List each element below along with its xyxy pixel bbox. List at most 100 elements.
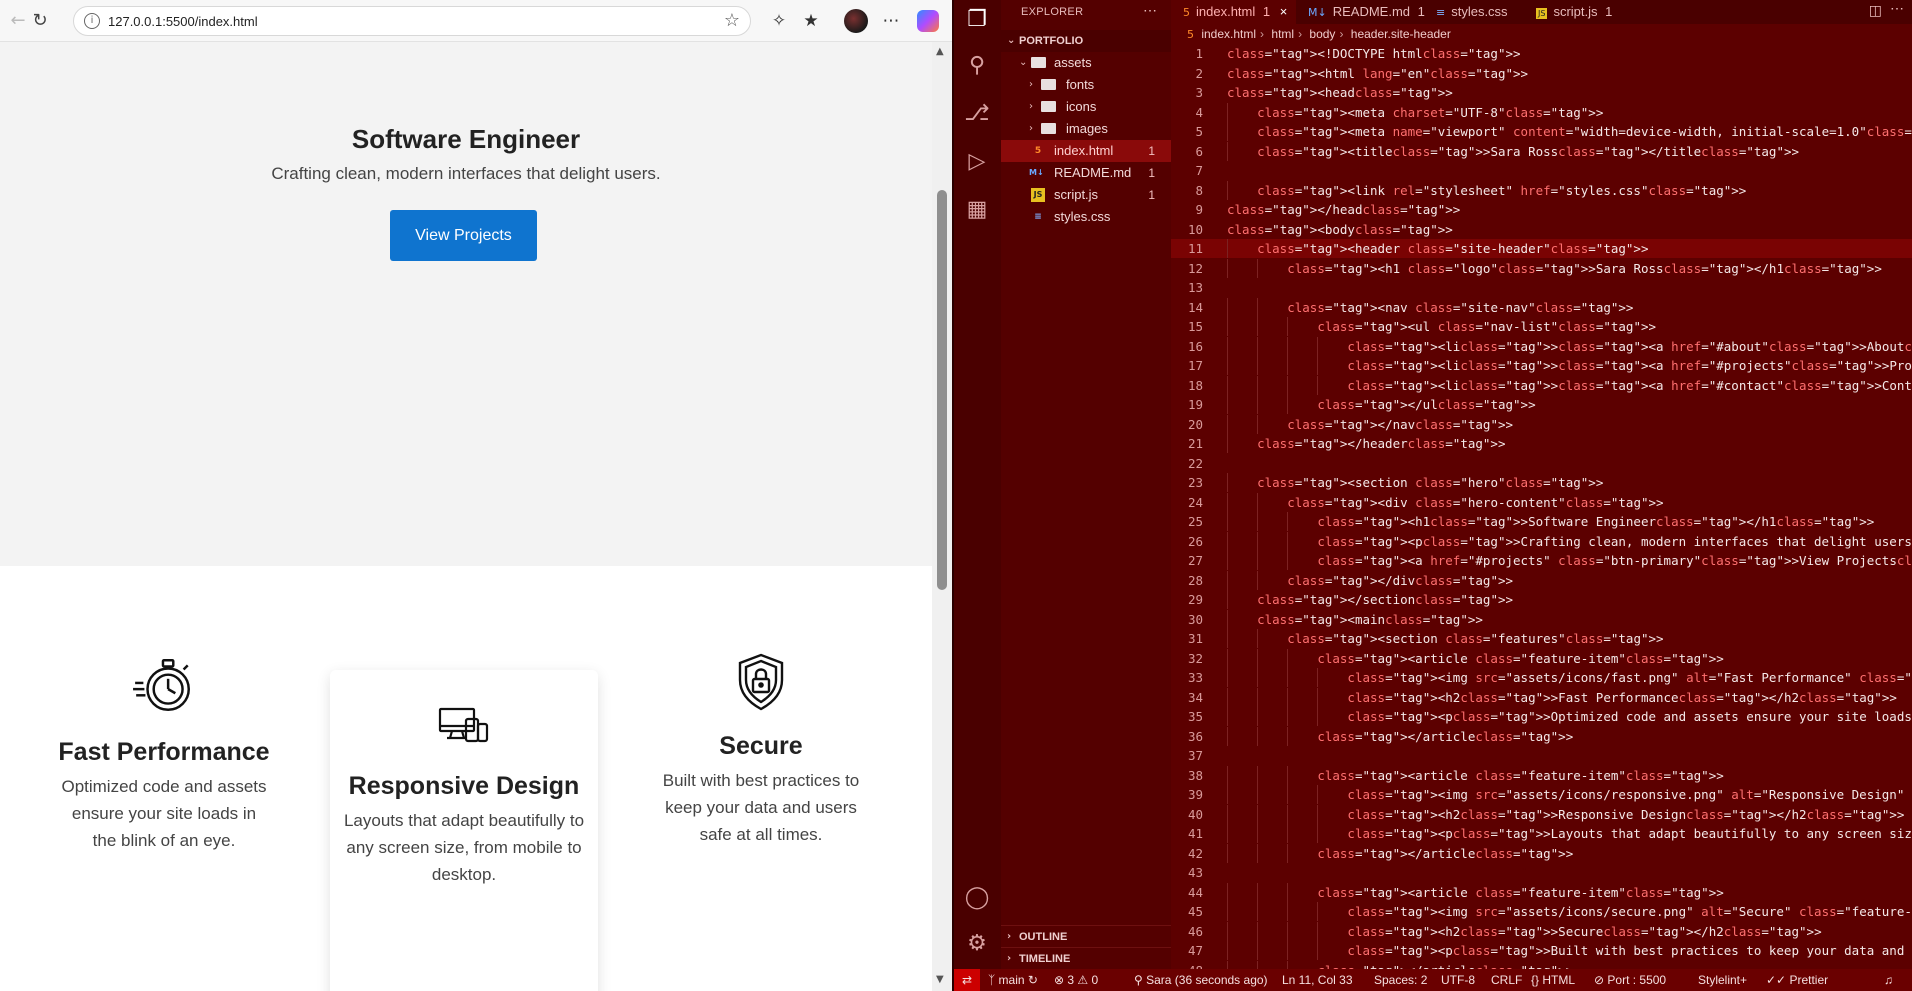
code-line[interactable]: 25 class="tag"><h1class="tag">>Software …: [1171, 512, 1912, 531]
code-line[interactable]: 16 class="tag"><liclass="tag">>class="ta…: [1171, 336, 1912, 356]
code-line[interactable]: 10 class="tag"><bodyclass="tag">>: [1171, 220, 1912, 239]
explorer-files-icon[interactable]: ❐: [963, 6, 991, 34]
back-icon[interactable]: ←: [6, 9, 30, 33]
folder-header[interactable]: ⌄ PORTFOLIO: [1001, 30, 1171, 52]
code-line[interactable]: 9 class="tag"></headclass="tag">>: [1171, 200, 1912, 219]
reload-icon[interactable]: ↻: [28, 9, 52, 33]
code-line[interactable]: 4 class="tag"><meta charset="UTF-8"class…: [1171, 102, 1912, 122]
code-line[interactable]: 22: [1171, 454, 1912, 473]
code-line[interactable]: 19 class="tag"></ulclass="tag">>: [1171, 395, 1912, 414]
code-line[interactable]: 5 class="tag"><meta name="viewport" cont…: [1171, 122, 1912, 141]
avatar[interactable]: [844, 9, 868, 33]
code-line[interactable]: 36 class="tag"></articleclass="tag">>: [1171, 726, 1912, 746]
code-line[interactable]: 17 class="tag"><liclass="tag">>class="ta…: [1171, 356, 1912, 375]
code-line[interactable]: 42 class="tag"></articleclass="tag">>: [1171, 843, 1912, 863]
tab-index-html[interactable]: 5 index.html 1 ×: [1171, 0, 1296, 24]
encoding[interactable]: UTF-8: [1441, 969, 1475, 991]
tree-file-script[interactable]: JS script.js 1: [1001, 184, 1171, 206]
breadcrumb-item[interactable]: body: [1309, 27, 1335, 41]
view-projects-button[interactable]: View Projects: [390, 210, 537, 261]
code-line[interactable]: 7: [1171, 161, 1912, 180]
tree-folder-fonts[interactable]: › fonts: [1001, 74, 1171, 96]
code-line[interactable]: 15 class="tag"><ul class="nav-list"class…: [1171, 317, 1912, 336]
code-line[interactable]: 3 class="tag"><headclass="tag">>: [1171, 83, 1912, 102]
explorer-more-icon[interactable]: ⋯: [1143, 2, 1157, 19]
code-line[interactable]: 39 class="tag"><img src="assets/icons/re…: [1171, 785, 1912, 804]
settings-gear-icon[interactable]: ⚙: [963, 930, 991, 958]
extensions-icon[interactable]: ▦: [963, 196, 991, 224]
close-icon[interactable]: ×: [1280, 4, 1288, 19]
code-line[interactable]: 43: [1171, 863, 1912, 882]
code-line[interactable]: 21 class="tag"></headerclass="tag">>: [1171, 434, 1912, 453]
code-line[interactable]: 47 class="tag"><pclass="tag">>Built with…: [1171, 941, 1912, 960]
scrollbar-thumb[interactable]: [937, 190, 947, 590]
code-line[interactable]: 14 class="tag"><nav class="site-nav"clas…: [1171, 297, 1912, 317]
copilot-icon[interactable]: [917, 10, 939, 32]
tree-folder-images[interactable]: › images: [1001, 118, 1171, 140]
code-line[interactable]: 30 class="tag"><mainclass="tag">>: [1171, 609, 1912, 629]
problems-indicator[interactable]: ⊗ 3 ⚠ 0: [1054, 969, 1098, 991]
timeline-section[interactable]: › TIMELINE: [1001, 947, 1171, 969]
address-bar[interactable]: i 127.0.0.1:5500/index.html ☆: [73, 6, 751, 36]
more-menu-icon[interactable]: ⋯: [880, 10, 902, 32]
tab-script[interactable]: JS script.js 1: [1524, 0, 1629, 24]
extensions-icon[interactable]: ✧: [768, 10, 790, 32]
code-line[interactable]: 13: [1171, 278, 1912, 297]
tab-styles[interactable]: ≡ styles.css: [1424, 0, 1524, 24]
code-line[interactable]: 6 class="tag"><titleclass="tag">>Sara Ro…: [1171, 141, 1912, 161]
tab-readme[interactable]: M↓ README.md 1: [1296, 0, 1425, 24]
code-line[interactable]: 35 class="tag"><pclass="tag">>Optimized …: [1171, 707, 1912, 726]
cursor-position[interactable]: Ln 11, Col 33: [1282, 969, 1353, 991]
code-line[interactable]: 38 class="tag"><article class="feature-i…: [1171, 765, 1912, 785]
code-line[interactable]: 27 class="tag"><a href="#projects" class…: [1171, 551, 1912, 570]
breadcrumb-item[interactable]: index.html: [1201, 27, 1256, 41]
code-line[interactable]: 45 class="tag"><img src="assets/icons/se…: [1171, 902, 1912, 921]
code-line[interactable]: 12 class="tag"><h1 class="logo"class="ta…: [1171, 258, 1912, 278]
code-line[interactable]: 32 class="tag"><article class="feature-i…: [1171, 648, 1912, 668]
code-line[interactable]: 11 class="tag"><header class="site-heade…: [1171, 239, 1912, 258]
code-line[interactable]: 44 class="tag"><article class="feature-i…: [1171, 882, 1912, 902]
stylelint-status[interactable]: Stylelint+: [1698, 969, 1747, 991]
remote-indicator-icon[interactable]: ⇄: [954, 969, 980, 991]
code-line[interactable]: 29 class="tag"></sectionclass="tag">>: [1171, 590, 1912, 609]
favorites-icon[interactable]: ★: [800, 10, 822, 32]
breadcrumb-item[interactable]: html: [1271, 27, 1294, 41]
search-icon[interactable]: ⚲: [963, 52, 991, 80]
account-icon[interactable]: ◯: [963, 884, 991, 912]
code-area[interactable]: 1 class="tag"><!DOCTYPE htmlclass="tag">>…: [1171, 44, 1912, 969]
tree-folder-icons[interactable]: › icons: [1001, 96, 1171, 118]
code-line[interactable]: 48 class="tag"></articleclass="tag">>: [1171, 960, 1912, 969]
tree-file-styles[interactable]: ≡ styles.css: [1001, 206, 1171, 228]
notifications-bell-icon[interactable]: ♫: [1884, 969, 1893, 991]
run-debug-icon[interactable]: ▷: [963, 148, 991, 176]
code-line[interactable]: 40 class="tag"><h2class="tag">>Responsiv…: [1171, 804, 1912, 824]
vertical-scrollbar[interactable]: ▲ ▼: [932, 42, 952, 991]
split-editor-icon[interactable]: ◫: [1869, 3, 1882, 19]
code-line[interactable]: 37: [1171, 746, 1912, 765]
tree-folder-assets[interactable]: ⌄ assets: [1001, 52, 1171, 74]
code-line[interactable]: 8 class="tag"><link rel="stylesheet" hre…: [1171, 180, 1912, 200]
git-blame[interactable]: ⚲ Sara (36 seconds ago): [1134, 969, 1268, 991]
outline-section[interactable]: › OUTLINE: [1001, 925, 1171, 947]
code-line[interactable]: 41 class="tag"><pclass="tag">>Layouts th…: [1171, 824, 1912, 843]
code-line[interactable]: 33 class="tag"><img src="assets/icons/fa…: [1171, 668, 1912, 687]
source-control-icon[interactable]: ⎇: [963, 100, 991, 128]
breadcrumb-item[interactable]: header.site-header: [1351, 27, 1451, 41]
info-icon[interactable]: i: [84, 13, 100, 29]
code-line[interactable]: 28 class="tag"></divclass="tag">>: [1171, 570, 1912, 590]
code-line[interactable]: 20 class="tag"></navclass="tag">>: [1171, 414, 1912, 434]
live-server-port[interactable]: ⊘ Port : 5500: [1594, 969, 1666, 991]
code-line[interactable]: 24 class="tag"><div class="hero-content"…: [1171, 492, 1912, 512]
code-line[interactable]: 23 class="tag"><section class="hero"clas…: [1171, 473, 1912, 492]
code-line[interactable]: 1 class="tag"><!DOCTYPE htmlclass="tag">>: [1171, 44, 1912, 63]
line-ending[interactable]: CRLF: [1491, 969, 1522, 991]
branch-indicator[interactable]: ᛉ main ↻: [988, 969, 1038, 991]
favorite-star-icon[interactable]: ☆: [724, 10, 740, 31]
code-line[interactable]: 2 class="tag"><html lang="en"class="tag">…: [1171, 64, 1912, 83]
tree-file-readme[interactable]: M↓ README.md 1: [1001, 162, 1171, 184]
prettier-status[interactable]: ✓✓ Prettier: [1766, 969, 1828, 991]
code-line[interactable]: 31 class="tag"><section class="features"…: [1171, 629, 1912, 648]
code-line[interactable]: 34 class="tag"><h2class="tag">>Fast Perf…: [1171, 687, 1912, 707]
scroll-down-icon[interactable]: ▼: [936, 974, 944, 985]
indentation[interactable]: Spaces: 2: [1374, 969, 1427, 991]
